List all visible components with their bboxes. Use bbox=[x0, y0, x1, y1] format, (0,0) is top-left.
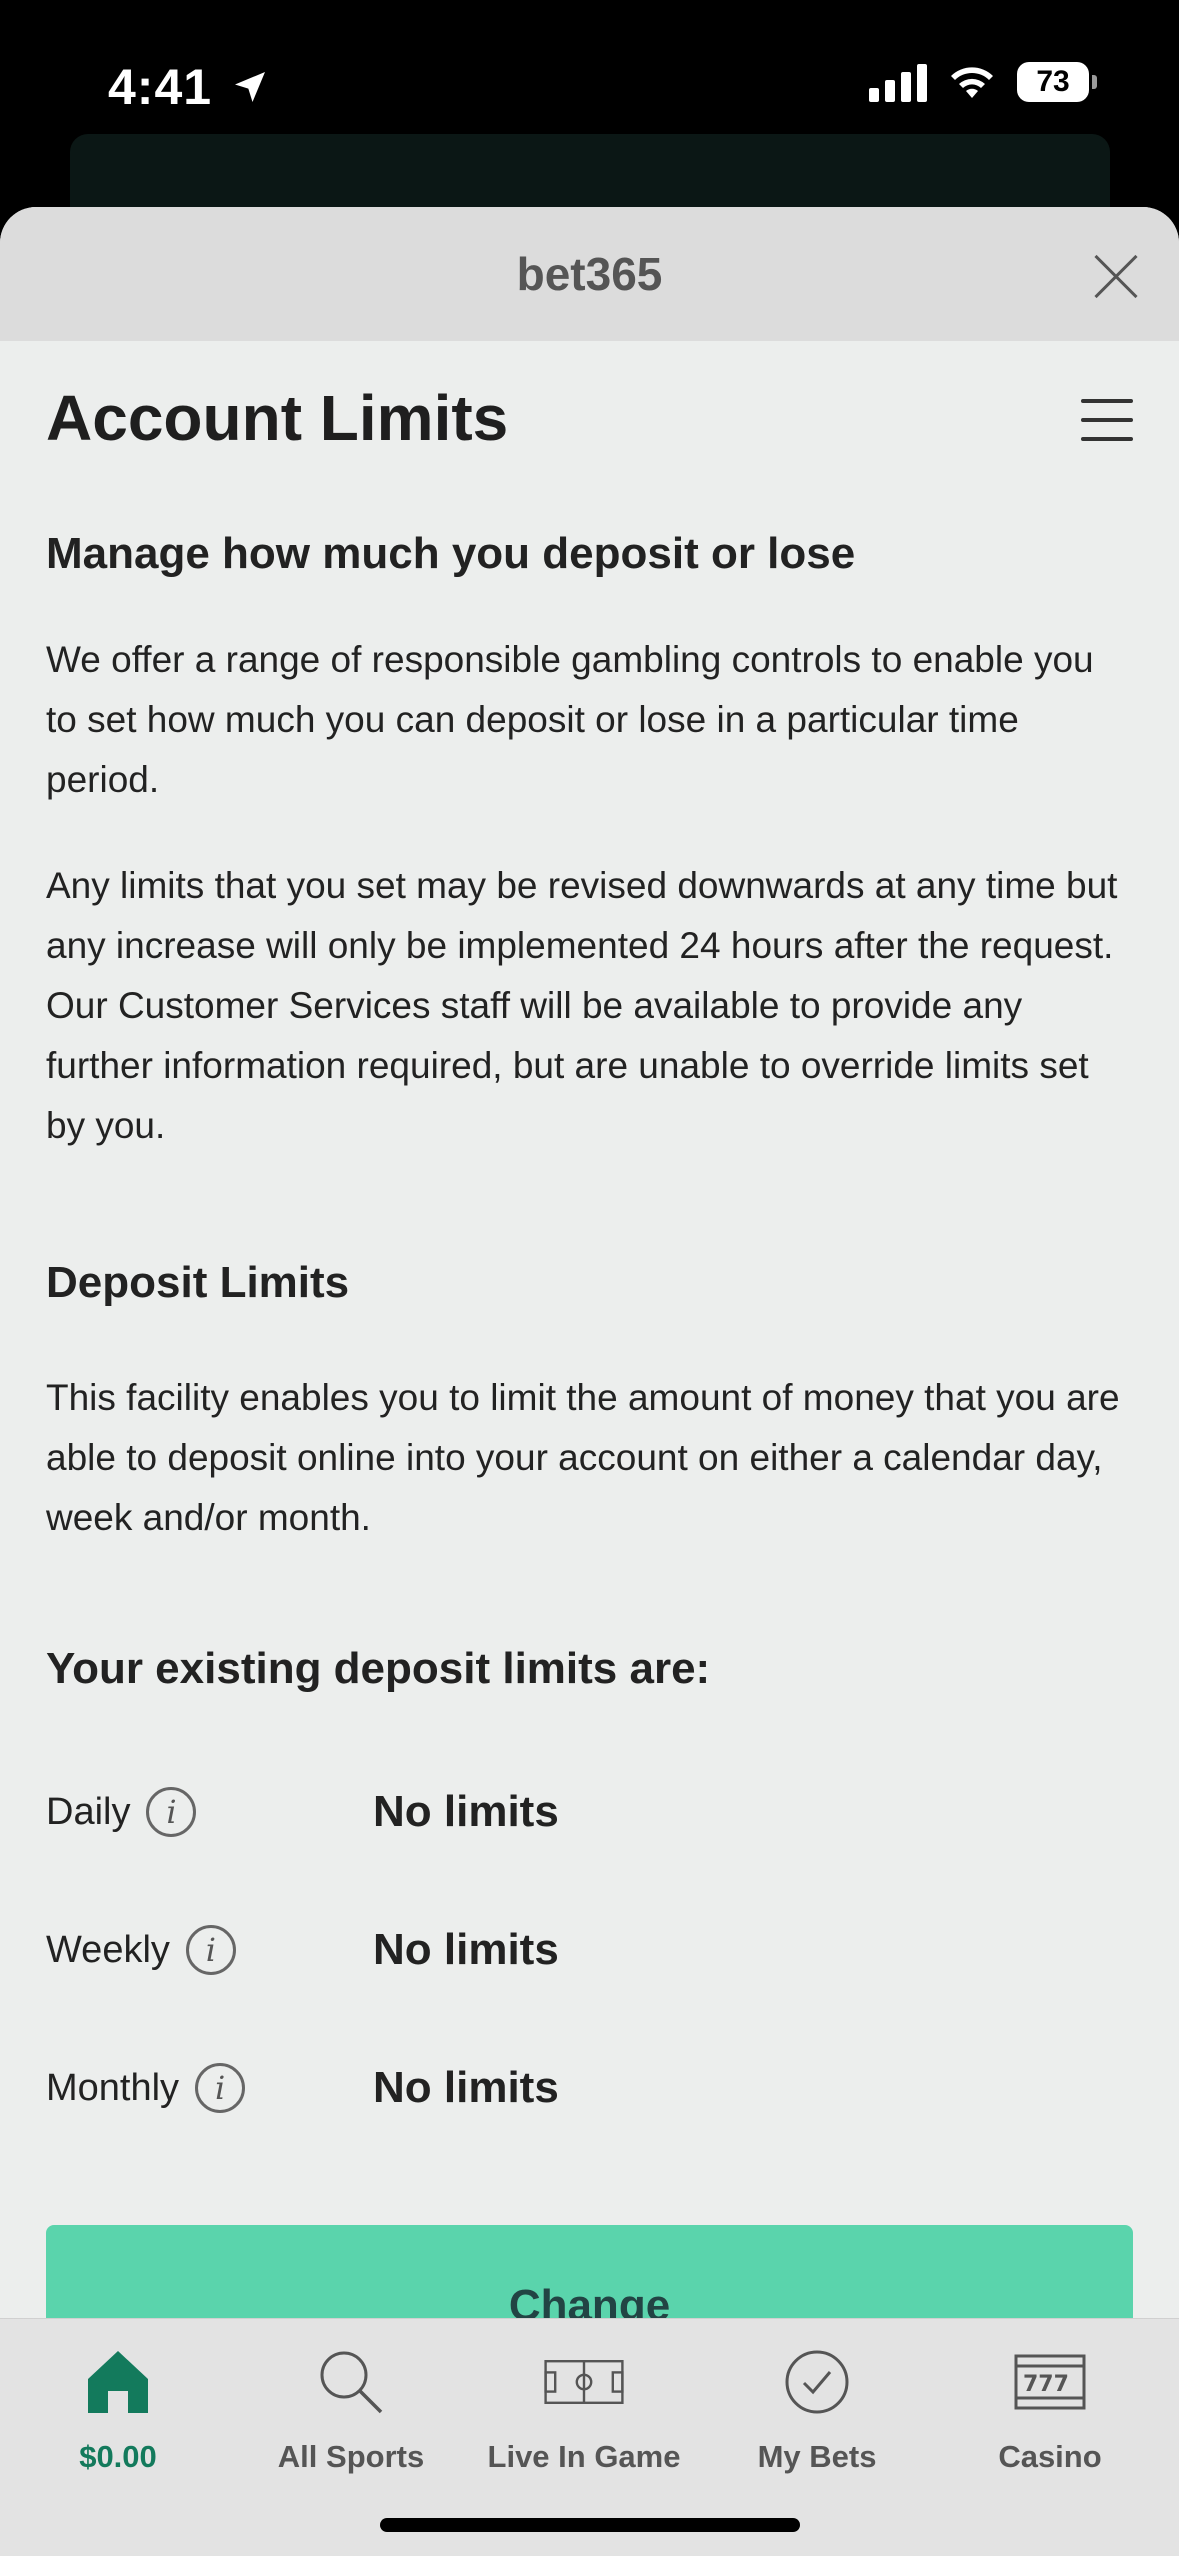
battery-icon: 73 bbox=[1017, 62, 1097, 102]
cellular-signal-icon bbox=[869, 62, 927, 102]
sheet-title: bet365 bbox=[516, 248, 663, 300]
nav-label-my-bets: My Bets bbox=[757, 2439, 877, 2474]
limit-label: Monthly bbox=[46, 2067, 180, 2109]
status-icons: 73 bbox=[869, 62, 1097, 102]
limit-value: No limits bbox=[373, 1787, 559, 1836]
nav-label-casino: Casino bbox=[998, 2439, 1102, 2474]
nav-label-live-in-game: Live In Game bbox=[487, 2439, 681, 2474]
modal-sheet: bet365 Account Limits Manage how much yo… bbox=[0, 207, 1179, 2556]
limit-row-daily: Daily i No limits bbox=[46, 1782, 1133, 1842]
nav-label-balance: $0.00 bbox=[79, 2439, 157, 2474]
sheet-header: bet365 bbox=[0, 207, 1179, 341]
deposit-limits-paragraph: This facility enables you to limit the a… bbox=[46, 1377, 1120, 1538]
wifi-icon bbox=[951, 67, 993, 98]
page-title: Account Limits bbox=[46, 382, 509, 454]
nav-item-home[interactable]: $0.00 bbox=[0, 2319, 236, 2479]
home-icon bbox=[78, 2347, 158, 2417]
limit-row-monthly: Monthly i No limits bbox=[46, 2058, 1133, 2118]
status-time: 4:41 bbox=[108, 59, 213, 115]
limit-label: Daily bbox=[46, 1791, 131, 1833]
bottom-nav: $0.00 All Sports Live In Game My Bets 77… bbox=[0, 2318, 1179, 2556]
info-icon[interactable]: i bbox=[185, 1925, 236, 1975]
section-heading-manage: Manage how much you deposit or lose bbox=[46, 529, 856, 578]
info-icon[interactable]: i bbox=[146, 1787, 197, 1837]
slot-machine-icon: 777 bbox=[1010, 2347, 1090, 2417]
nav-label-all-sports: All Sports bbox=[277, 2439, 425, 2474]
section-paragraph-2: Any limits that you set may be revised d… bbox=[46, 865, 1118, 1146]
limit-row-weekly: Weekly i No limits bbox=[46, 1920, 1133, 1980]
nav-item-all-sports[interactable]: All Sports bbox=[233, 2319, 469, 2479]
section-paragraph-1: We offer a range of responsible gambling… bbox=[46, 639, 1094, 800]
info-icon[interactable]: i bbox=[195, 2063, 246, 2113]
svg-text:777: 777 bbox=[1023, 2372, 1069, 2397]
limit-value: No limits bbox=[373, 2063, 559, 2112]
nav-item-live-in-game[interactable]: Live In Game bbox=[466, 2319, 702, 2479]
battery-level: 73 bbox=[1036, 65, 1070, 98]
limit-value: No limits bbox=[373, 1925, 559, 1974]
existing-limits-heading: Your existing deposit limits are: bbox=[46, 1644, 711, 1693]
nav-item-casino[interactable]: 777 Casino bbox=[932, 2319, 1168, 2479]
pitch-icon bbox=[544, 2347, 624, 2417]
search-icon bbox=[311, 2347, 391, 2417]
location-arrow-icon bbox=[235, 72, 266, 102]
hamburger-menu-icon[interactable] bbox=[1081, 397, 1133, 443]
check-circle-icon bbox=[777, 2347, 857, 2417]
nav-item-my-bets[interactable]: My Bets bbox=[699, 2319, 935, 2479]
section-heading-deposit-limits: Deposit Limits bbox=[46, 1258, 350, 1307]
home-indicator[interactable] bbox=[380, 2518, 800, 2532]
status-time-group: 4:41 bbox=[108, 58, 270, 116]
close-icon[interactable] bbox=[1091, 251, 1141, 301]
limit-label: Weekly bbox=[46, 1929, 170, 1971]
